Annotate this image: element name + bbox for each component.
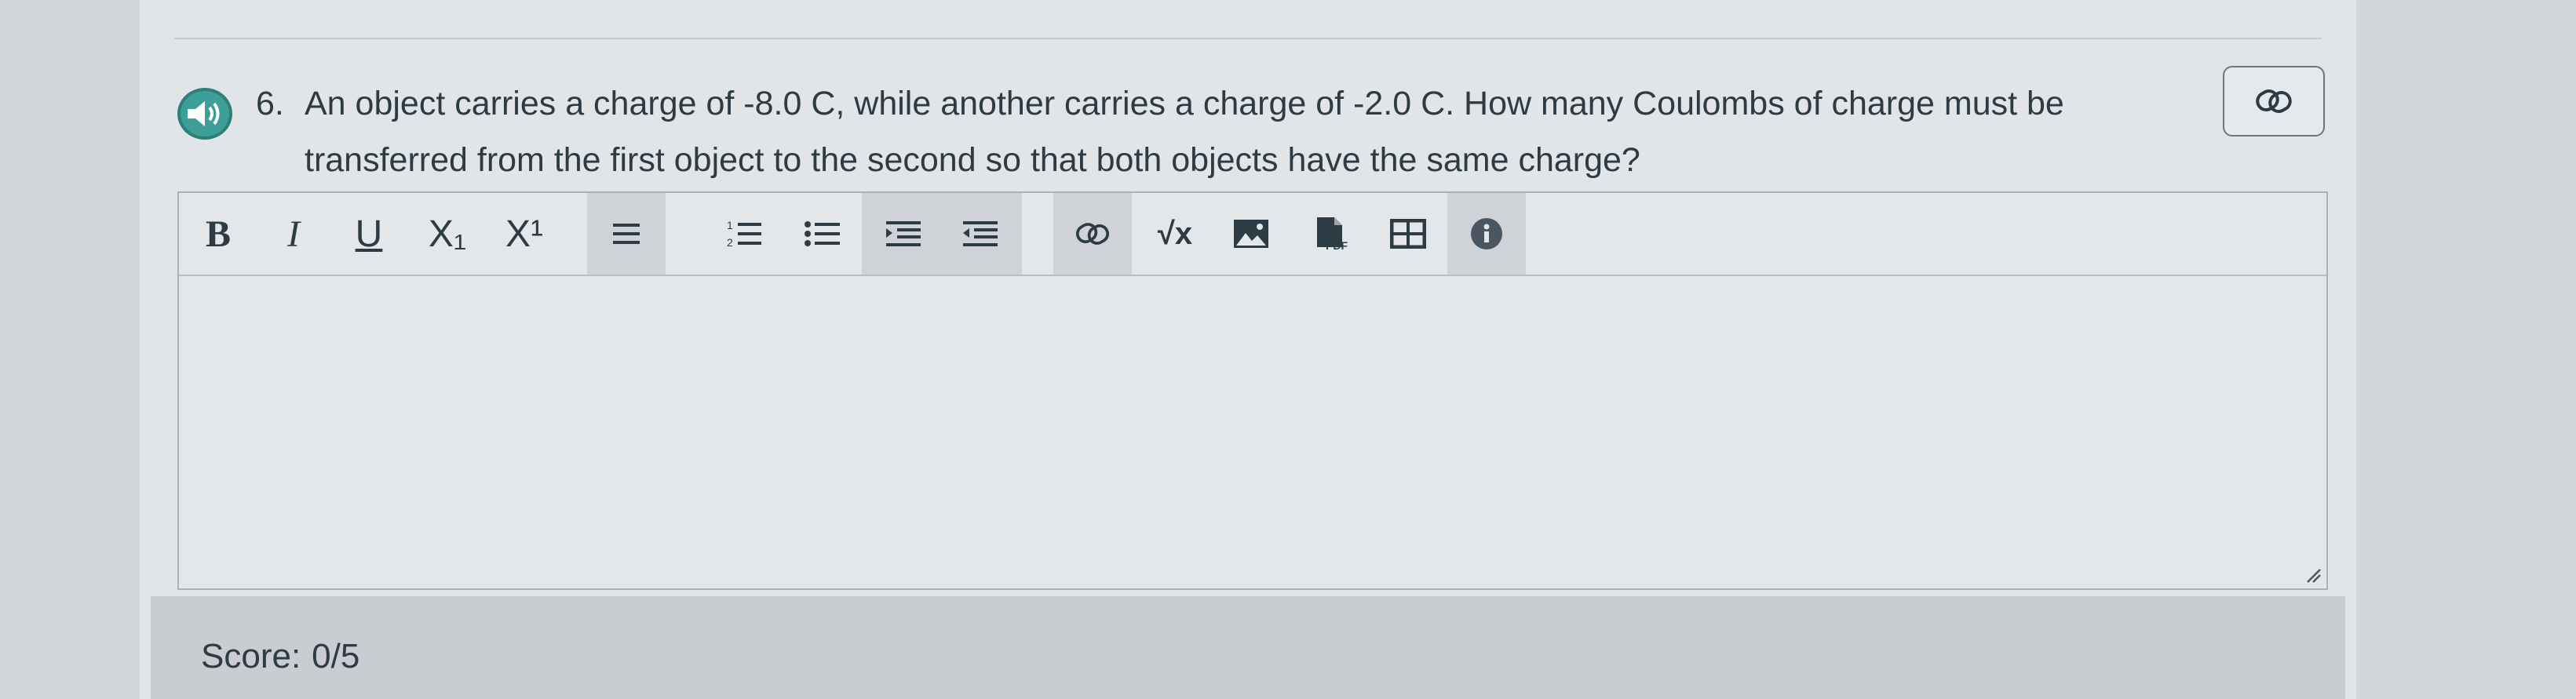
editor-toolbar: B I U X₁ X¹ 1 2 √x PDF	[179, 193, 2326, 276]
score-bar	[151, 596, 2345, 699]
indent-group	[862, 193, 1022, 275]
insert-pdf-button[interactable]: PDF	[1297, 193, 1363, 275]
bullet-list-button[interactable]	[791, 193, 854, 275]
svg-text:1: 1	[727, 219, 733, 231]
info-icon	[1471, 218, 1502, 249]
equation-button[interactable]: √x	[1140, 193, 1210, 275]
ordered-list-button[interactable]: 1 2	[713, 193, 775, 275]
superscript-button[interactable]: X¹	[493, 193, 556, 275]
info-button[interactable]	[1447, 193, 1526, 275]
image-icon	[1234, 220, 1268, 248]
read-aloud-button[interactable]	[177, 88, 232, 140]
table-icon	[1390, 219, 1426, 249]
score-value: 0/5	[312, 637, 360, 675]
bold-button[interactable]: B	[195, 193, 242, 275]
indent-icon[interactable]	[885, 218, 922, 249]
insert-table-button[interactable]	[1375, 193, 1441, 275]
resize-handle-icon[interactable]	[2304, 566, 2322, 584]
copy-link-button[interactable]	[2223, 66, 2325, 137]
score-display: Score: 0/5	[201, 637, 370, 676]
speaker-icon	[188, 101, 220, 126]
rich-text-editor: B I U X₁ X¹ 1 2 √x PDF	[177, 191, 2328, 590]
align-button[interactable]	[587, 193, 666, 275]
section-divider	[174, 38, 2322, 39]
answer-text-area[interactable]	[179, 276, 2326, 590]
italic-button[interactable]: I	[270, 193, 317, 275]
align-justify-icon	[613, 224, 640, 244]
score-label: Score:	[201, 637, 301, 675]
link-icon	[1075, 223, 1110, 245]
insert-link-button[interactable]	[1053, 193, 1132, 275]
question-block: 6. An object carries a charge of -8.0 C,…	[256, 75, 2195, 188]
outdent-icon[interactable]	[961, 218, 999, 249]
subscript-button[interactable]: X₁	[416, 193, 479, 275]
question-number: 6.	[256, 85, 284, 122]
bullet-list-icon	[805, 221, 840, 246]
link-icon	[2256, 89, 2292, 113]
pdf-label: PDF	[1326, 239, 1348, 252]
underline-button[interactable]: U	[345, 193, 392, 275]
insert-image-button[interactable]	[1218, 193, 1284, 275]
svg-text:2: 2	[727, 236, 733, 249]
ordered-list-icon: 1 2	[727, 219, 761, 249]
question-text: An object carries a charge of -8.0 C, wh…	[305, 85, 2064, 179]
